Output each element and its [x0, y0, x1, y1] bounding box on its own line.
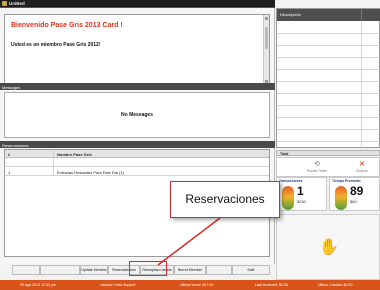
reservations-callout: Reservaciones [170, 181, 280, 218]
status-user: Usuario: Hota Support [100, 283, 136, 287]
total-row: Total [276, 150, 380, 156]
column-divider [53, 150, 54, 176]
row-name: Entradas Restantes Para Este Dia (1) [57, 169, 124, 175]
column-header-number: # [8, 152, 11, 157]
window-title: UniBed [9, 1, 25, 6]
grid-line [277, 81, 380, 82]
status-last-sale: Última Venta: $17.00 [180, 283, 214, 287]
order-actions: ⟲ Repetir Orden ✕ Eliminar [276, 157, 380, 177]
highlight-box [129, 261, 167, 276]
grid-line [277, 57, 380, 58]
transactions-gauge-icon [282, 186, 294, 210]
blank-button-3[interactable] [206, 265, 232, 275]
stats-panel: Transacciones 1 $250 Tiempo Promedio 89 … [276, 177, 380, 211]
messages-section-header: Messages [0, 83, 275, 90]
grid-line [277, 117, 380, 118]
grid-line [277, 93, 380, 94]
greeting-title: Bienvenido Pase Gris 2013 Card ! [11, 22, 123, 29]
title-bar: UniBed [0, 0, 275, 8]
greeting-subtitle: Usted es un miembro Pase Gris 2012! [11, 42, 101, 48]
delete-button[interactable]: ✕ Eliminar [347, 158, 377, 177]
transactions-stat: Transacciones 1 $250 [276, 177, 327, 211]
callout-text: Reservaciones [185, 192, 265, 206]
grid-line [277, 33, 380, 34]
average-time-value: 89 [350, 184, 364, 198]
repeat-order-label: Repetir Orden [306, 169, 328, 173]
average-time-gauge-icon [335, 186, 347, 210]
average-time-subvalue: $60 [350, 199, 357, 204]
total-label: Total [280, 151, 289, 156]
logo-area: ✋ [276, 214, 380, 280]
messages-area: No Messages [4, 92, 270, 138]
transactions-value: 1 [297, 184, 304, 198]
scroll-thumb[interactable] [265, 27, 268, 49]
greeting-box: Bienvenido Pase Gris 2013 Card ! Usted e… [4, 14, 270, 86]
table-header: # Nombre Pase Gris [5, 150, 269, 158]
delete-x-icon: ✕ [359, 161, 365, 168]
order-grid-header: Descripción [277, 9, 380, 21]
status-bar: 29 Ago 2013 12:33 pm Usuario: Hota Suppo… [0, 280, 380, 290]
status-last-tendered: Last tendered: $0.00 [255, 283, 288, 287]
blank-button-1[interactable] [12, 265, 40, 275]
app-icon [2, 1, 7, 6]
average-time-stat: Tiempo Promedio 89 $60 [329, 177, 380, 211]
greeting-scrollbar[interactable] [263, 15, 269, 85]
grid-line [277, 45, 380, 46]
description-column-header: Descripción [280, 12, 301, 17]
no-messages-text: No Messages [121, 112, 153, 118]
grid-column-divider [361, 21, 362, 149]
status-last-change: Último Cambio: $0.00 [318, 283, 353, 287]
scroll-up-icon[interactable] [265, 17, 268, 20]
left-panel: Bienvenido Pase Gris 2013 Card ! Usted e… [0, 8, 275, 264]
delete-label: Eliminar [356, 169, 368, 173]
grid-line [277, 141, 380, 142]
row-number: 1 [8, 169, 11, 175]
table-row[interactable]: 1 Entradas Restantes Para Este Dia (1) [5, 167, 269, 176]
grid-line [277, 105, 380, 106]
table-row[interactable] [5, 158, 269, 167]
app-window: UniBed Bienvenido Pase Gris 2013 Card ! … [0, 0, 380, 290]
right-panel: Descripción Total ⟲ Repetir Orden ✕ Elim… [276, 8, 380, 280]
transactions-subvalue: $250 [297, 199, 306, 204]
reservations-section-header: Reservaciones [0, 141, 275, 148]
delete-member-button[interactable]: Borrar Member [174, 265, 206, 275]
average-time-label: Tiempo Promedio [332, 179, 361, 183]
hand-logo-icon: ✋ [319, 239, 339, 256]
blank-button-2[interactable] [40, 265, 80, 275]
order-grid: Descripción [276, 8, 380, 149]
grid-line [277, 129, 380, 130]
header-divider [361, 9, 362, 21]
transactions-label: Transacciones [279, 179, 303, 183]
status-datetime: 29 Ago 2013 12:33 pm [20, 283, 57, 287]
repeat-icon: ⟲ [314, 161, 320, 168]
update-member-button[interactable]: Update Member [80, 265, 108, 275]
repeat-order-button[interactable]: ⟲ Repetir Orden [303, 158, 331, 177]
grid-line [277, 69, 380, 70]
exit-button[interactable]: Salir [232, 265, 270, 275]
column-header-name: Nombre Pase Gris [57, 152, 92, 157]
